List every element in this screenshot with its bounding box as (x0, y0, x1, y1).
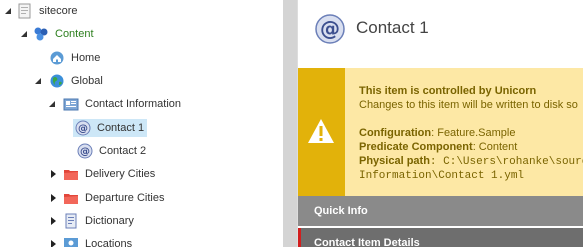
tree-node-content[interactable]: Content (19, 24, 94, 44)
tree-node-label: sitecore (39, 5, 78, 17)
tree-node-label: Contact Information (85, 98, 181, 110)
globe-icon (49, 73, 65, 89)
warning-message: This item is controlled by Unicorn Chang… (359, 84, 583, 183)
warning-subtitle: Changes to this item will be written to … (359, 99, 578, 111)
tree-node-label: Delivery Cities (85, 168, 156, 180)
expand-arrow-icon[interactable] (49, 239, 59, 247)
tree-node-dictionary[interactable]: Dictionary (49, 211, 134, 231)
tree-node-contact-information[interactable]: Contact Information (47, 94, 181, 114)
at-sign-icon: @ (75, 120, 91, 136)
home-icon (49, 50, 65, 66)
configuration-line: Configuration: Feature.Sample (359, 126, 583, 140)
configuration-value: : Feature.Sample (431, 127, 516, 139)
path-value-continued: Information\Contact 1.yml (359, 170, 525, 182)
red-folder-icon (63, 166, 79, 182)
tree-node-label: Content (55, 28, 94, 40)
dictionary-icon (63, 213, 79, 229)
section-quick-info[interactable]: Quick Info (298, 196, 583, 226)
sitecore-root-icon (17, 3, 33, 19)
tree-node-contact-2[interactable]: @ Contact 2 (77, 141, 146, 161)
tree-node-label: Global (71, 75, 103, 87)
warning-icon (306, 117, 336, 145)
tree-node-label: Dictionary (85, 215, 134, 227)
item-header: @ Contact 1 (298, 0, 583, 68)
expand-arrow-icon[interactable] (49, 169, 59, 179)
warning-sidebar (298, 68, 345, 196)
expand-arrow-icon[interactable] (49, 193, 59, 203)
collapse-arrow-icon[interactable] (47, 99, 57, 109)
tree-node-departure-cities[interactable]: Departure Cities (49, 188, 164, 208)
tree-scrollbar-thumb[interactable] (283, 0, 297, 247)
svg-text:@: @ (78, 124, 88, 135)
tree-node-global[interactable]: Global (33, 71, 103, 91)
predicate-value: : Content (472, 141, 518, 153)
tree-node-home[interactable]: Home (49, 48, 100, 68)
tree-node-delivery-cities[interactable]: Delivery Cities (49, 164, 155, 184)
predicate-line: Predicate Component: Content (359, 140, 583, 154)
collapse-arrow-icon[interactable] (19, 29, 29, 39)
content-icon (33, 26, 49, 42)
tree-node-label: Home (71, 52, 101, 64)
folder-card-icon (63, 96, 79, 112)
content-editor: @ Contact 1 This item is controlled by U… (297, 0, 583, 247)
at-sign-icon: @ (314, 13, 346, 45)
svg-text:@: @ (80, 147, 90, 158)
expand-arrow-icon[interactable] (49, 216, 59, 226)
svg-text:@: @ (320, 17, 340, 41)
path-label: Physical path (359, 155, 430, 167)
collapse-arrow-icon[interactable] (33, 76, 43, 86)
path-line: Physical path: C:\Users\rohanke\source\r (359, 154, 583, 169)
tree-node-label: Locations (85, 238, 133, 247)
red-folder-icon (63, 190, 79, 206)
tree-node-label: Departure Cities (85, 192, 165, 204)
tree-node-label: Contact 2 (99, 145, 147, 157)
selection-highlight: @ Contact 1 (73, 119, 148, 137)
tree-node-locations[interactable]: Locations (49, 234, 132, 247)
tree-node-sitecore[interactable]: sitecore (3, 1, 78, 21)
section-contact-item-details[interactable]: Contact Item Details (298, 228, 583, 247)
predicate-label: Predicate Component (359, 141, 473, 153)
at-sign-icon: @ (77, 143, 93, 159)
warning-title: This item is controlled by Unicorn (359, 85, 537, 97)
locations-icon (63, 236, 79, 247)
tree-node-label: Contact 1 (97, 122, 145, 134)
path-value: : C:\Users\rohanke\source\r (429, 156, 583, 168)
item-title: Contact 1 (356, 18, 429, 37)
unicorn-warning-panel: This item is controlled by Unicorn Chang… (298, 68, 583, 196)
collapse-arrow-icon[interactable] (3, 6, 13, 16)
tree-node-contact-1[interactable]: @ Contact 1 (73, 118, 148, 138)
content-tree: sitecore Content Home Global Contact Inf… (0, 0, 283, 247)
configuration-label: Configuration (359, 127, 432, 139)
